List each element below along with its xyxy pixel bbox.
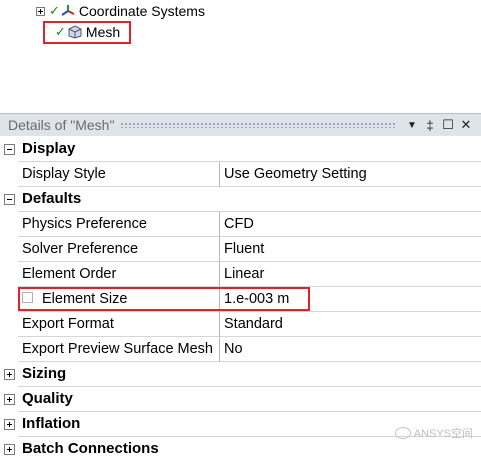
property-value[interactable]: CFD	[220, 212, 481, 237]
property-value[interactable]: No	[220, 337, 481, 362]
property-value[interactable]: Linear	[220, 262, 481, 287]
property-name: Solver Preference	[18, 237, 220, 262]
group-label: Sizing	[22, 365, 67, 382]
property-value[interactable]: Use Geometry Setting	[220, 162, 481, 187]
group-label: Display	[22, 140, 76, 157]
watermark-text: ANSYS空间	[413, 428, 473, 440]
pin-icon[interactable]: ‡	[421, 118, 439, 133]
wechat-icon	[394, 427, 411, 439]
expand-icon[interactable]	[4, 444, 15, 455]
property-value[interactable]: Standard	[220, 312, 481, 337]
group-label: Defaults	[22, 190, 82, 207]
check-icon: ✓	[49, 3, 60, 18]
property-row-solver-preference[interactable]: Solver Preference Fluent	[0, 237, 481, 262]
group-label: Batch Connections	[22, 440, 159, 457]
expand-icon[interactable]	[36, 6, 45, 16]
property-row-physics-preference[interactable]: Physics Preference CFD	[0, 212, 481, 237]
tree-item-label: Coordinate Systems	[78, 3, 205, 19]
dropdown-icon[interactable]: ▼	[403, 120, 421, 131]
drag-grip[interactable]	[120, 122, 397, 128]
tree-item-coordinate-systems[interactable]: ✓ Coordinate Systems	[36, 1, 205, 21]
property-row-display-style[interactable]: Display Style Use Geometry Setting	[0, 162, 481, 187]
details-title: Details of "Mesh"	[8, 117, 115, 133]
group-sizing[interactable]: Sizing	[0, 362, 481, 387]
group-label: Inflation	[22, 415, 81, 432]
outline-tree: ✓ Coordinate Systems ✓ Mesh	[0, 0, 481, 112]
watermark: ANSYS空间	[394, 425, 473, 441]
group-label: Quality	[22, 390, 73, 407]
property-name: Element Order	[18, 262, 220, 287]
coordinate-axes-icon	[61, 5, 75, 16]
property-row-export-preview[interactable]: Export Preview Surface Mesh No	[0, 337, 481, 362]
details-panel-header: Details of "Mesh" ▼ ‡ ☐ ✕	[0, 113, 481, 136]
property-row-export-format[interactable]: Export Format Standard	[0, 312, 481, 337]
group-defaults[interactable]: Defaults	[0, 187, 481, 212]
group-display[interactable]: Display	[0, 137, 481, 162]
property-name: Display Style	[18, 162, 220, 187]
property-name: Physics Preference	[18, 212, 220, 237]
property-row-element-order[interactable]: Element Order Linear	[0, 262, 481, 287]
property-row-element-size[interactable]: Element Size 1.e-003 m	[0, 287, 481, 312]
collapse-icon[interactable]	[4, 144, 15, 155]
property-value[interactable]: Fluent	[220, 237, 481, 262]
maximize-icon[interactable]: ☐	[439, 117, 457, 133]
property-value[interactable]: 1.e-003 m	[220, 287, 481, 312]
expand-icon[interactable]	[4, 419, 15, 430]
expand-icon[interactable]	[4, 369, 15, 380]
collapse-icon[interactable]	[4, 194, 15, 205]
property-name: Export Preview Surface Mesh	[18, 337, 220, 362]
property-name: Element Size	[18, 287, 220, 312]
group-quality[interactable]: Quality	[0, 387, 481, 412]
parameter-checkbox[interactable]	[22, 292, 33, 303]
close-icon[interactable]: ✕	[457, 117, 475, 133]
property-name-text: Element Size	[42, 291, 128, 307]
property-name: Export Format	[18, 312, 220, 337]
expand-icon[interactable]	[4, 394, 15, 405]
mesh-highlight-box	[43, 21, 131, 44]
